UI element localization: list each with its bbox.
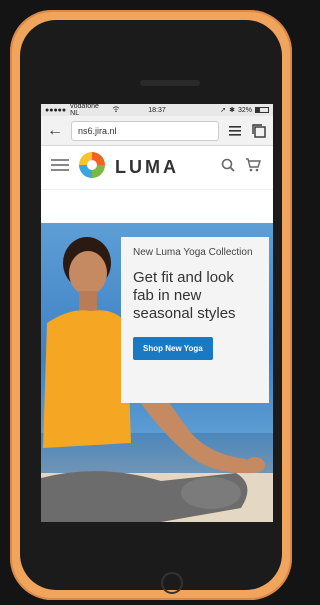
earpiece <box>140 80 200 86</box>
address-field[interactable]: ns6.jira.nl <box>71 120 219 141</box>
signal-dots-icon: ●●●●● <box>45 106 67 114</box>
cart-icon[interactable] <box>245 158 263 177</box>
wifi-icon <box>112 106 120 114</box>
hero-banner[interactable]: New Luma Yoga Collection Get fit and loo… <box>41 223 273 522</box>
site-header: LUMA <box>41 146 273 190</box>
carrier-name: vodafone NL <box>70 104 99 117</box>
battery-fill <box>256 108 260 112</box>
search-icon[interactable] <box>221 158 239 177</box>
battery-icon <box>255 107 270 113</box>
shop-new-yoga-button[interactable]: Shop New Yoga <box>133 337 213 360</box>
promo-kicker: New Luma Yoga Collection <box>133 247 253 258</box>
bluetooth-icon: ✱ <box>229 107 235 114</box>
status-right: ➚ ✱ 32% <box>194 106 270 114</box>
phone-screen: ●●●●● vodafone NL 18:37 ➚ ✱ 32% ← ns6.ji… <box>41 104 273 522</box>
promo-headline: Get fit and look fab in new seasonal sty… <box>133 269 236 322</box>
back-arrow-icon[interactable]: ← <box>47 122 63 140</box>
browser-url-bar: ← ns6.jira.nl <box>41 116 273 146</box>
hamburger-menu-icon[interactable] <box>51 158 69 177</box>
logo-text: LUMA <box>115 157 179 177</box>
home-button <box>161 572 183 594</box>
status-time: 18:37 <box>148 106 166 114</box>
site-logo[interactable]: LUMA <box>69 150 221 185</box>
status-bar: ●●●●● vodafone NL 18:37 ➚ ✱ 32% <box>41 104 273 117</box>
tabs-icon[interactable] <box>251 123 267 139</box>
menu-lines-icon[interactable] <box>227 123 243 139</box>
status-left: ●●●●● vodafone NL <box>45 104 120 117</box>
promo-card: New Luma Yoga Collection Get fit and loo… <box>121 237 269 403</box>
location-arrow-icon: ➚ <box>220 107 227 114</box>
battery-percent: 32% <box>238 106 253 114</box>
luma-logo-icon <box>77 150 107 185</box>
